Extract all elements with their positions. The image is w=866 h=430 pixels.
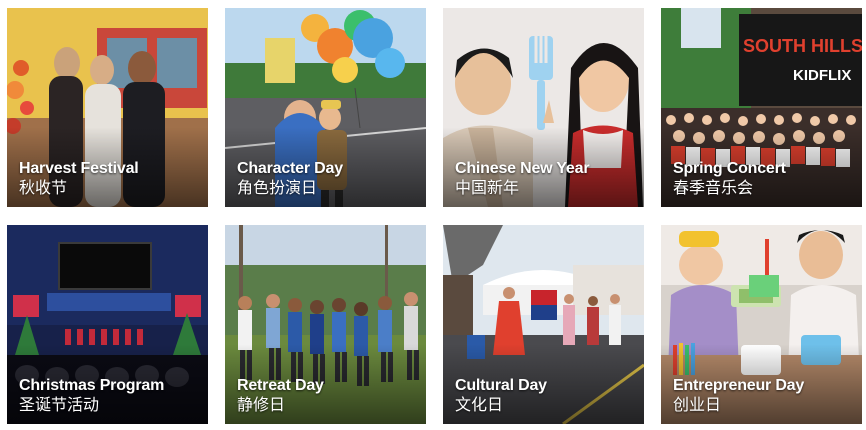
tile-title: Spring Concert [673,160,786,177]
event-gallery: Harvest Festival 秋收节 Character Day 角色扮演日… [0,0,866,430]
tile-caption: Harvest Festival 秋收节 [19,159,139,199]
tile-subtitle: 角色扮演日 [237,180,318,197]
tile-caption: Cultural Day 文化日 [455,376,547,416]
gallery-tile-character-day[interactable]: Character Day 角色扮演日 [225,8,426,207]
tile-title: Retreat Day [237,377,324,394]
banner-title-text: SOUTH HILLS AC [743,36,862,56]
tile-caption: Spring Concert 春季音乐会 [673,159,786,199]
tile-title: Christmas Program [19,377,165,394]
gallery-tile-cultural-day[interactable]: Cultural Day 文化日 [443,225,644,424]
tile-caption: Entrepreneur Day 创业日 [673,376,804,416]
tile-subtitle: 圣诞节活动 [19,397,100,414]
tile-title: Character Day [237,160,343,177]
tile-caption: Chinese New Year 中国新年 [455,159,590,199]
gallery-tile-harvest-festival[interactable]: Harvest Festival 秋收节 [7,8,208,207]
tile-title: Entrepreneur Day [673,377,805,394]
banner-subtitle-text: KIDFLIX [793,67,851,84]
tile-subtitle: 秋收节 [19,180,68,197]
tile-title: Harvest Festival [19,160,139,177]
gallery-tile-christmas-program[interactable]: Christmas Program 圣诞节活动 [7,225,208,424]
tile-caption: Character Day 角色扮演日 [237,159,343,199]
tile-subtitle: 静修日 [237,397,286,414]
tile-title: Chinese New Year [455,160,590,177]
gallery-tile-spring-concert[interactable]: SOUTH HILLS AC KIDFLIX [661,8,862,207]
tile-subtitle: 创业日 [673,397,722,414]
tile-caption: Christmas Program 圣诞节活动 [19,376,164,416]
gallery-tile-retreat-day[interactable]: Retreat Day 静修日 [225,225,426,424]
tile-subtitle: 春季音乐会 [673,180,754,197]
tile-subtitle: 中国新年 [455,180,520,197]
gallery-tile-chinese-new-year[interactable]: Chinese New Year 中国新年 [443,8,644,207]
tile-title: Cultural Day [455,377,547,394]
tile-subtitle: 文化日 [455,397,504,414]
gallery-tile-entrepreneur-day[interactable]: Entrepreneur Day 创业日 [661,225,862,424]
tile-caption: Retreat Day 静修日 [237,376,324,416]
